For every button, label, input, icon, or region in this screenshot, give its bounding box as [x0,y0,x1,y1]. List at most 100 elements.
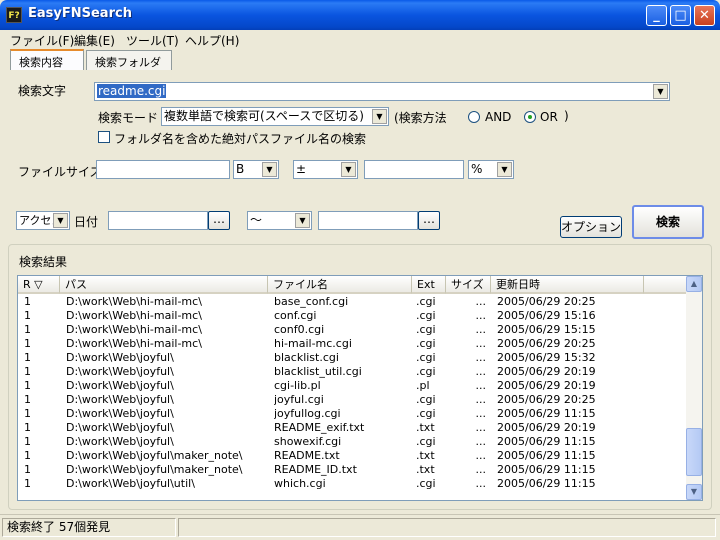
filesize-label: ファイルサイズ [18,165,102,179]
radio-and-label: AND [485,110,512,124]
table-row[interactable]: 1 D:\work\Web\joyful\ cgi-lib.pl .pl... 2005… [18,379,688,393]
table-row[interactable]: 1 D:\work\Web\joyful\ README_exif.txt .txt.… [18,421,688,435]
table-row[interactable]: 1 D:\work\Web\hi-mail-mc\ hi-mail-mc.cgi .c… [18,337,688,351]
chevron-down-icon[interactable]: ▼ [497,162,512,177]
chevron-down-icon[interactable]: ▼ [653,84,668,99]
radio-and[interactable] [468,111,480,123]
cell-filename: joyfullog.cgi [274,407,341,420]
search-text-combo[interactable]: readme.cgi ▼ [94,82,670,101]
scroll-up-icon[interactable]: ▲ [686,276,702,292]
fullpath-checkbox[interactable] [98,131,110,143]
date-to-input[interactable] [318,211,418,230]
cell-filename: base_conf.cgi [274,295,349,308]
cell-ext: .cgi [416,337,436,350]
date-from-input[interactable] [108,211,208,230]
search-mode-label: 検索モード [98,111,159,125]
cell-rank: 1 [24,421,31,434]
column-header-rank[interactable]: R ▽ [18,276,60,294]
search-mode-value: 複数単語で検索可(スペースで区切る) [164,109,364,123]
cell-modified: 2005/06/29 20:25 [497,337,596,350]
maximize-button[interactable]: □ [670,5,691,26]
menu-tools[interactable]: ツール(T) [126,32,179,49]
filesize-unit-select[interactable]: B ▼ [233,160,279,179]
menu-edit[interactable]: 編集(E) [74,32,115,49]
cell-modified: 2005/06/29 11:15 [497,407,596,420]
chevron-down-icon[interactable]: ▼ [295,213,310,228]
column-header-ext[interactable]: Ext [412,276,446,294]
app-icon[interactable]: F? [6,7,22,23]
filesize-range-input[interactable] [364,160,464,179]
chevron-down-icon[interactable]: ▼ [53,213,68,228]
scroll-thumb[interactable] [686,428,702,476]
cell-filename: hi-mail-mc.cgi [274,337,352,350]
cell-size: ... [475,393,487,406]
table-row[interactable]: 1 D:\work\Web\hi-mail-mc\ base_conf.cgi .cg… [18,295,688,309]
cell-rank: 1 [24,393,31,406]
cell-modified: 2005/06/29 20:19 [497,379,596,392]
cell-rank: 1 [24,365,31,378]
menu-help[interactable]: ヘルプ(H) [185,32,239,49]
scroll-down-icon[interactable]: ▼ [686,484,702,500]
column-header-path[interactable]: パス [60,276,268,294]
chevron-down-icon[interactable]: ▼ [262,162,277,177]
cell-modified: 2005/06/29 15:16 [497,309,596,322]
cell-ext: .cgi [416,365,436,378]
close-button[interactable]: ✕ [694,5,715,26]
cell-path: D:\work\Web\joyful\ [66,435,174,448]
cell-rank: 1 [24,379,31,392]
vertical-scrollbar[interactable]: ▲ ▼ [686,276,702,500]
options-button[interactable]: オプション [560,216,622,238]
table-row[interactable]: 1 D:\work\Web\joyful\util\ which.cgi .cgi..… [18,477,688,491]
cell-modified: 2005/06/29 11:15 [497,463,596,476]
table-row[interactable]: 1 D:\work\Web\joyful\maker_note\ README_ID… [18,463,688,477]
table-row[interactable]: 1 D:\work\Web\joyful\maker_note\ README.tx… [18,449,688,463]
table-row[interactable]: 1 D:\work\Web\joyful\ joyfullog.cgi .cgi...… [18,407,688,421]
table-row[interactable]: 1 D:\work\Web\joyful\ joyful.cgi .cgi... 200… [18,393,688,407]
table-row[interactable]: 1 D:\work\Web\joyful\ showexif.cgi .cgi... 2… [18,435,688,449]
date-to-picker-button[interactable]: … [418,211,440,230]
results-table[interactable]: R ▽ パス ファイル名 Ext サイズ 更新日時 1 D:\work\Web\h… [17,275,703,501]
cell-path: D:\work\Web\joyful\util\ [66,477,195,490]
filesize-pct-select[interactable]: % ▼ [468,160,514,179]
date-range-select[interactable]: ～ ▼ [247,211,312,230]
cell-ext: .txt [416,463,435,476]
column-header-size[interactable]: サイズ [446,276,491,294]
title-bar[interactable]: F? EasyFNSearch _ □ ✕ [0,0,720,30]
cell-rank: 1 [24,323,31,336]
cell-rank: 1 [24,351,31,364]
table-row[interactable]: 1 D:\work\Web\hi-mail-mc\ conf0.cgi .cgi...… [18,323,688,337]
cell-size: ... [475,463,487,476]
fullpath-label: フォルダ名を含めた絶対パスファイル名の検索 [114,132,367,146]
tab-search-content[interactable]: 検索内容 [10,49,84,70]
table-row[interactable]: 1 D:\work\Web\hi-mail-mc\ conf.cgi .cgi... 2… [18,309,688,323]
cell-size: ... [475,435,487,448]
filesize-op-select[interactable]: ± ▼ [293,160,358,179]
cell-path: D:\work\Web\joyful\ [66,421,174,434]
cell-size: ... [475,309,487,322]
table-row[interactable]: 1 D:\work\Web\joyful\ blacklist_util.cgi .c… [18,365,688,379]
radio-or[interactable] [524,111,536,123]
chevron-down-icon[interactable]: ▼ [341,162,356,177]
date-type-select[interactable]: アクセス ▼ [16,211,70,230]
minimize-button[interactable]: _ [646,5,667,26]
cell-rank: 1 [24,407,31,420]
search-mode-select[interactable]: 複数単語で検索可(スペースで区切る) ▼ [161,107,389,126]
cell-path: D:\work\Web\hi-mail-mc\ [66,323,202,336]
cell-filename: showexif.cgi [274,435,342,448]
tab-search-folder[interactable]: 検索フォルダ [86,50,172,70]
table-row[interactable]: 1 D:\work\Web\joyful\ blacklist.cgi .cgi...… [18,351,688,365]
cell-size: ... [475,379,487,392]
search-button[interactable]: 検索 [632,205,704,239]
cell-ext: .cgi [416,309,436,322]
cell-path: D:\work\Web\joyful\ [66,407,174,420]
column-header-filename[interactable]: ファイル名 [268,276,412,294]
filesize-input[interactable] [96,160,230,179]
cell-modified: 2005/06/29 11:15 [497,435,596,448]
menu-file[interactable]: ファイル(F) [10,32,74,49]
column-header-modified[interactable]: 更新日時 [491,276,644,294]
date-from-picker-button[interactable]: … [208,211,230,230]
chevron-down-icon[interactable]: ▼ [372,109,387,124]
cell-rank: 1 [24,463,31,476]
results-group: 検索結果 R ▽ パス ファイル名 Ext サイズ 更新日時 1 D:\work\… [8,244,712,510]
filesize-unit-value: B [236,162,245,176]
